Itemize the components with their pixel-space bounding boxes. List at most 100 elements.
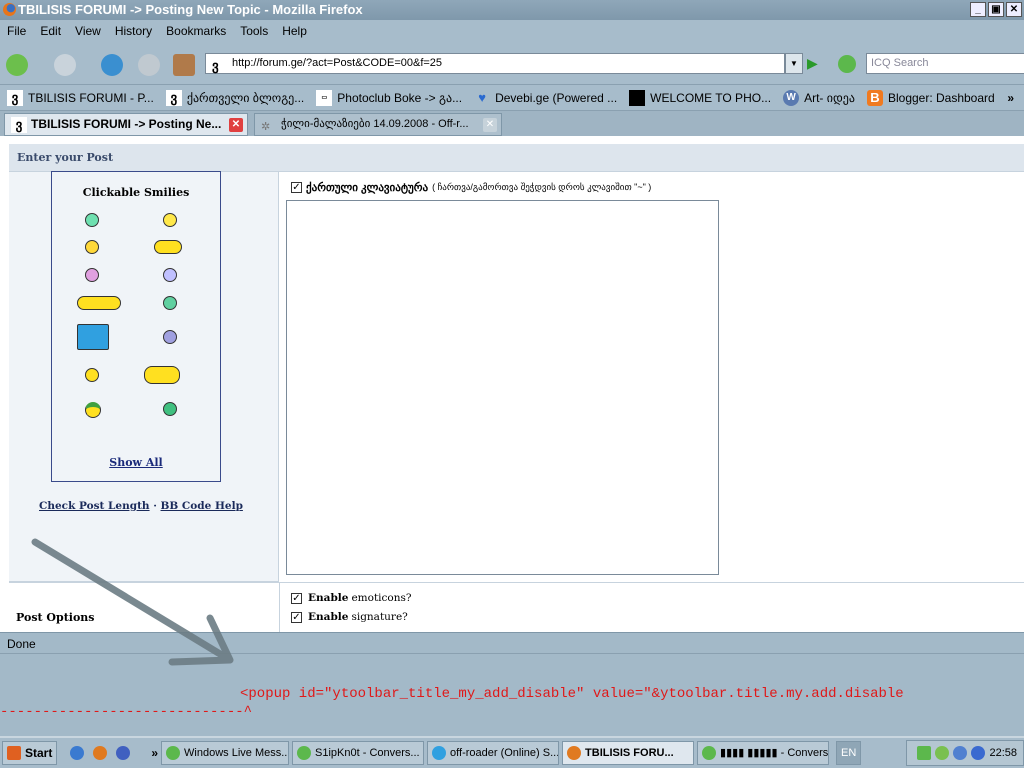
taskbar-item-active[interactable]: TBILISIS FORU... bbox=[562, 741, 695, 765]
firefox-icon bbox=[567, 746, 582, 760]
bookmark-item[interactable]: WELCOME TO PHO... bbox=[629, 89, 771, 106]
url-bar[interactable]: ვ http://forum.ge/?act=Post&CODE=00&f=25 bbox=[205, 53, 785, 74]
smiley-icon[interactable] bbox=[77, 296, 121, 310]
smiley-icon[interactable] bbox=[163, 330, 177, 344]
smiley-icon[interactable] bbox=[154, 240, 182, 254]
arrow-annotation bbox=[31, 538, 234, 666]
smiley-icon[interactable] bbox=[85, 402, 101, 418]
language-indicator[interactable]: EN bbox=[836, 741, 862, 765]
menu-bar: File Edit View History Bookmarks Tools H… bbox=[0, 20, 1024, 42]
back-icon[interactable] bbox=[6, 54, 28, 76]
skype-icon bbox=[432, 746, 447, 760]
quicklaunch-more[interactable]: » bbox=[151, 746, 158, 760]
smiley-icon[interactable] bbox=[163, 268, 177, 282]
keyboard-checkbox[interactable]: ✓ bbox=[291, 182, 302, 193]
messenger-icon bbox=[702, 746, 717, 760]
smiley-icon[interactable] bbox=[85, 213, 99, 227]
smiley-icon[interactable] bbox=[163, 296, 177, 310]
bookmark-item[interactable]: ♥ Devebi.ge (Powered ... bbox=[474, 90, 617, 106]
menu-view[interactable]: View bbox=[75, 20, 101, 42]
taskbar-item[interactable]: ▮▮▮▮ ▮▮▮▮▮ - Conversat... bbox=[697, 741, 830, 765]
window-title: TBILISIS FORUMI -> Posting New Topic - M… bbox=[18, 2, 363, 17]
checkbox[interactable]: ✓ bbox=[291, 611, 302, 623]
enable-signature-option[interactable]: ✓ Enable signature? bbox=[291, 611, 408, 623]
start-button[interactable]: Start bbox=[2, 741, 58, 765]
url-dropdown-button[interactable]: ▼ bbox=[785, 53, 803, 74]
blogger-icon: B bbox=[866, 89, 883, 106]
smiley-icon[interactable] bbox=[163, 402, 177, 416]
menu-bookmarks[interactable]: Bookmarks bbox=[166, 20, 226, 42]
forward-icon[interactable] bbox=[54, 54, 76, 76]
smilies-title: Clickable Smilies bbox=[82, 186, 190, 199]
check-post-length-link[interactable]: Check Post Length bbox=[39, 500, 150, 512]
restore-button[interactable]: ▣ bbox=[988, 2, 1004, 17]
smilies-box: Clickable Smilies Show All bbox=[51, 171, 221, 482]
url-text: http://forum.ge/?act=Post&CODE=00&f=25 bbox=[232, 57, 443, 69]
enable-emoticons-option[interactable]: ✓ Enable emoticons? bbox=[291, 592, 412, 604]
forum-icon: ვ bbox=[7, 89, 23, 106]
post-textarea[interactable] bbox=[286, 200, 719, 575]
firefox-quicklaunch-icon[interactable] bbox=[93, 746, 108, 760]
messenger-tray-icon[interactable] bbox=[935, 746, 950, 760]
close-tab-icon[interactable]: ✕ bbox=[229, 118, 243, 132]
smiley-icon[interactable] bbox=[85, 368, 99, 382]
site-favicon: ვ bbox=[212, 58, 219, 73]
windows-logo-icon bbox=[7, 746, 21, 760]
close-tab-icon[interactable]: ✕ bbox=[483, 118, 497, 132]
info-icon[interactable] bbox=[971, 746, 986, 760]
firefox-icon bbox=[3, 3, 16, 16]
tab-bar: ვ TBILISIS FORUMI -> Posting Ne... ✕ ✲ ჭილი… bbox=[0, 110, 1024, 136]
menu-help[interactable]: Help bbox=[282, 20, 307, 42]
section-header: Enter your Post bbox=[9, 144, 1024, 172]
menu-file[interactable]: File bbox=[7, 20, 26, 42]
bookmark-item[interactable]: ვ ქართველი ბლოგე... bbox=[165, 89, 304, 106]
georgian-keyboard-toggle: ✓ ქართული კლავიატურა( ჩართვა/გამორთვა შეჭ… bbox=[291, 182, 652, 194]
smiley-icon[interactable] bbox=[163, 213, 177, 227]
media-player-icon[interactable] bbox=[116, 746, 131, 760]
error-source-line: <popup id="ytoolbar_title_my_add_disable… bbox=[240, 686, 904, 702]
bookmark-item[interactable]: ვ TBILISIS FORUMI - P... bbox=[7, 89, 154, 106]
bookmarks-overflow-button[interactable]: » bbox=[1007, 91, 1014, 105]
menu-edit[interactable]: Edit bbox=[40, 20, 61, 42]
show-all-link[interactable]: Show All bbox=[52, 456, 220, 469]
taskbar-item[interactable]: off-roader (Online) S... bbox=[427, 741, 560, 765]
tray-icon[interactable] bbox=[917, 746, 932, 760]
forum-icon: ვ bbox=[11, 117, 27, 133]
bookmark-item[interactable]: B Blogger: Dashboard bbox=[866, 89, 995, 106]
network-icon[interactable] bbox=[953, 746, 968, 760]
icq-flower-icon[interactable] bbox=[838, 55, 856, 73]
stop-icon[interactable] bbox=[138, 54, 160, 76]
loading-icon: ✲ bbox=[261, 121, 271, 133]
messenger-icon bbox=[297, 746, 312, 760]
smiley-icon[interactable] bbox=[85, 268, 99, 282]
close-button[interactable]: ✕ bbox=[1006, 2, 1022, 17]
tab-inactive[interactable]: ✲ ჭილი-მალაზიები 14.09.2008 - Off-r... ✕ bbox=[254, 113, 502, 136]
taskbar-item[interactable]: Windows Live Mess... bbox=[161, 741, 290, 765]
photoclub-icon: ▭ bbox=[316, 89, 333, 106]
tab-active[interactable]: ვ TBILISIS FORUMI -> Posting Ne... ✕ bbox=[4, 113, 248, 136]
smiley-icon[interactable] bbox=[85, 240, 99, 254]
forum-icon: ვ bbox=[165, 89, 182, 106]
smiley-icon[interactable] bbox=[77, 324, 109, 350]
checkbox[interactable]: ✓ bbox=[291, 592, 302, 604]
messenger-icon bbox=[166, 746, 181, 760]
menu-history[interactable]: History bbox=[115, 20, 152, 42]
menu-tools[interactable]: Tools bbox=[240, 20, 268, 42]
system-tray: 22:58 bbox=[906, 740, 1024, 766]
go-button[interactable]: ▶ bbox=[807, 55, 818, 72]
options-divider bbox=[279, 583, 280, 632]
film-icon bbox=[629, 89, 646, 106]
post-links: Check Post Length · BB Code Help bbox=[39, 500, 243, 512]
ie-icon[interactable] bbox=[70, 746, 85, 760]
bb-code-help-link[interactable]: BB Code Help bbox=[161, 500, 243, 512]
clock: 22:58 bbox=[989, 747, 1017, 759]
bookmark-item[interactable]: W Art- იდეა bbox=[783, 89, 855, 106]
smiley-icon[interactable] bbox=[144, 366, 180, 384]
bookmark-item[interactable]: ▭ Photoclub Boke -> გა... bbox=[316, 89, 462, 106]
reload-icon[interactable] bbox=[101, 54, 123, 76]
home-icon[interactable] bbox=[173, 54, 195, 76]
taskbar-item[interactable]: S1ipKn0t - Convers... bbox=[292, 741, 425, 765]
search-input[interactable]: ICQ Search bbox=[866, 53, 1024, 74]
bookmarks-toolbar: ვ TBILISIS FORUMI - P... ვ ქართველი ბლოგე.… bbox=[0, 84, 1024, 110]
minimize-button[interactable]: _ bbox=[970, 2, 986, 17]
